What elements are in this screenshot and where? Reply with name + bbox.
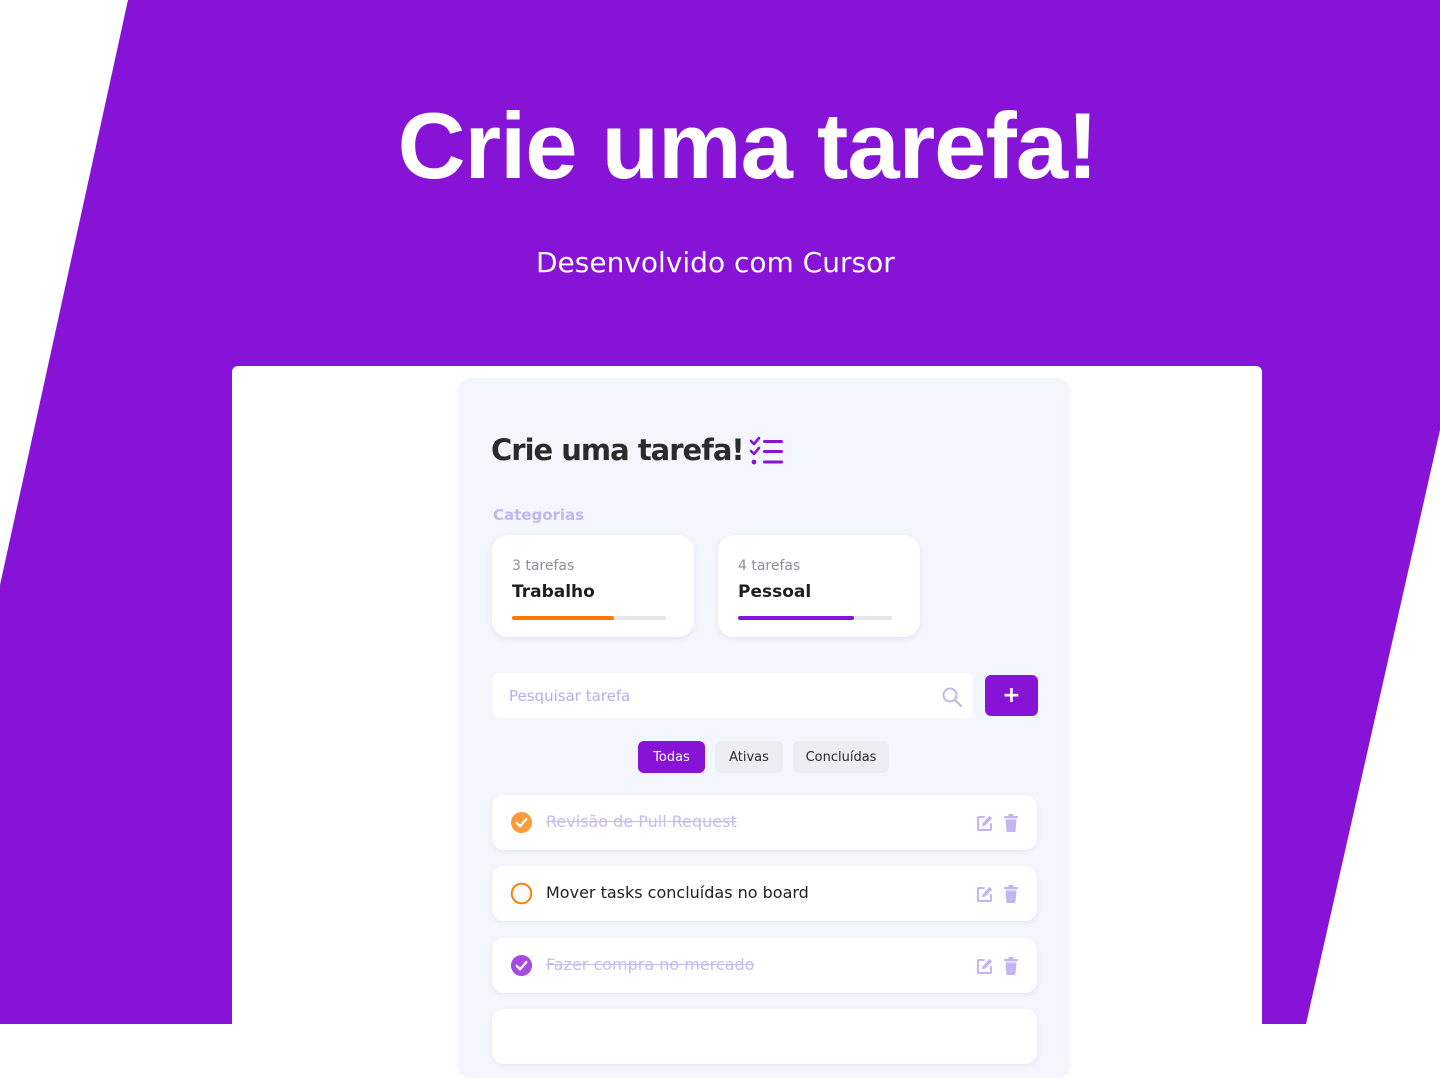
filter-tab-ativas[interactable]: Ativas xyxy=(715,741,783,773)
category-name: Trabalho xyxy=(512,582,595,602)
task-item[interactable]: Fazer compra no mercado xyxy=(492,938,1037,993)
checklist-icon xyxy=(749,436,783,465)
checked-circle-icon[interactable] xyxy=(510,954,533,977)
trash-icon[interactable] xyxy=(1003,885,1019,903)
category-card-trabalho[interactable]: 3 tarefas Trabalho xyxy=(492,535,694,637)
task-item[interactable]: Mover tasks concluídas no board xyxy=(492,866,1037,921)
search-input[interactable] xyxy=(493,673,973,718)
category-name: Pessoal xyxy=(738,582,812,602)
search-icon[interactable] xyxy=(941,686,963,708)
unchecked-circle-icon[interactable] xyxy=(510,882,533,905)
task-label: Fazer compra no mercado xyxy=(546,955,755,974)
hero-title: Crie uma tarefa! xyxy=(397,93,1099,198)
checked-circle-icon[interactable] xyxy=(510,811,533,834)
filter-tab-todas[interactable]: Todas xyxy=(638,741,705,773)
task-item[interactable]: Revisão de Pull Request xyxy=(492,795,1037,850)
app-title: Crie uma tarefa! xyxy=(491,433,745,467)
category-progress-fill xyxy=(512,616,614,620)
edit-icon[interactable] xyxy=(976,814,994,832)
category-count: 3 tarefas xyxy=(512,558,575,574)
task-item[interactable] xyxy=(492,1009,1037,1064)
task-label: Mover tasks concluídas no board xyxy=(546,883,809,902)
category-count: 4 tarefas xyxy=(738,558,801,574)
categories-label: Categorias xyxy=(493,506,585,524)
category-card-pessoal[interactable]: 4 tarefas Pessoal xyxy=(718,535,920,637)
add-task-button[interactable]: + xyxy=(985,675,1038,716)
category-progress-track xyxy=(512,616,666,620)
edit-icon[interactable] xyxy=(976,957,994,975)
task-label: Revisão de Pull Request xyxy=(546,812,737,831)
hero-subtitle: Desenvolvido com Cursor xyxy=(536,246,895,279)
filter-tab-concluidas[interactable]: Concluídas xyxy=(793,741,889,773)
category-progress-track xyxy=(738,616,892,620)
category-progress-fill xyxy=(738,616,854,620)
trash-icon[interactable] xyxy=(1003,957,1019,975)
edit-icon[interactable] xyxy=(976,885,994,903)
trash-icon[interactable] xyxy=(1003,814,1019,832)
